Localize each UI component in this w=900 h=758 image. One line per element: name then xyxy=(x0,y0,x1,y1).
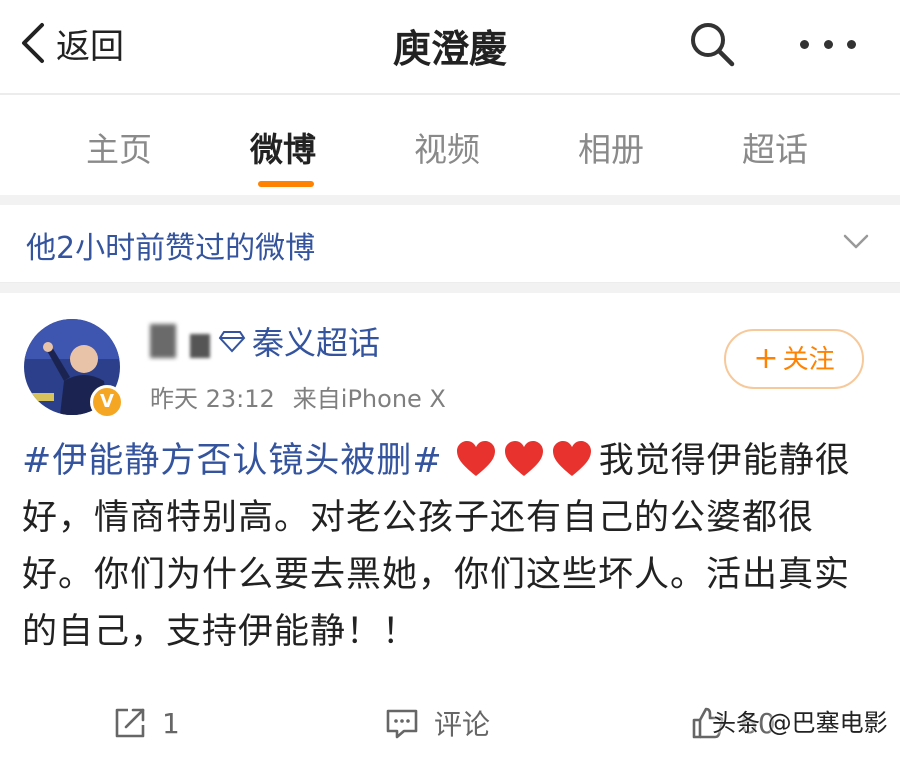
repost-icon xyxy=(115,708,145,738)
profile-tabs: 主页 微博 视频 相册 超话 xyxy=(0,95,900,195)
like-button[interactable]: 60 xyxy=(690,701,776,745)
chevron-down-icon xyxy=(843,234,869,249)
heart-emoji-icon xyxy=(552,441,591,476)
thumbs-up-icon xyxy=(692,707,724,739)
hashtag-link[interactable]: #伊能静方否认镜头被删# xyxy=(22,441,443,481)
post-meta: 昨天 23:12 来自iPhone X xyxy=(150,379,446,414)
verified-badge: V xyxy=(90,385,124,419)
heart-emoji-icon xyxy=(504,441,543,476)
redacted-username xyxy=(190,334,210,358)
super-topic-link[interactable]: 秦义超话 xyxy=(252,318,380,364)
tab-home[interactable]: 主页 xyxy=(86,123,152,171)
active-tab-indicator xyxy=(258,181,314,187)
follow-label: 关注 xyxy=(782,345,835,375)
follow-button[interactable]: + 关注 xyxy=(724,329,864,389)
section-gap xyxy=(0,195,900,205)
post-author-row[interactable]: 秦义超话 xyxy=(150,318,380,364)
liked-posts-banner[interactable]: 他2小时前赞过的微博 xyxy=(0,205,900,283)
diamond-icon xyxy=(218,331,246,353)
post-action-bar: 1 评论 60 xyxy=(0,693,900,753)
top-navbar: 返回 庾澄慶 xyxy=(0,0,900,92)
tab-album[interactable]: 相册 xyxy=(578,123,644,171)
weibo-post: V 秦义超话 昨天 23:12 来自iPhone X + 关注 #伊能静方否认镜头被… xyxy=(0,293,900,758)
tab-video[interactable]: 视频 xyxy=(414,123,480,171)
heart-emoji-icon xyxy=(456,441,495,476)
section-gap xyxy=(0,283,900,293)
repost-count: 1 xyxy=(162,706,180,740)
comment-label: 评论 xyxy=(434,708,491,741)
post-source: 来自iPhone X xyxy=(292,385,446,413)
comment-icon xyxy=(386,709,418,739)
post-time: 昨天 23:12 xyxy=(150,385,275,413)
post-content: #伊能静方否认镜头被删# 我觉得伊能静很好，情商特别高。对老公孩子还有自己的公婆… xyxy=(22,433,878,661)
chevron-left-icon xyxy=(22,23,44,63)
liked-banner-text: 他2小时前赞过的微博 xyxy=(26,231,316,266)
tab-weibo[interactable]: 微博 xyxy=(250,123,316,171)
page-title: 庾澄慶 xyxy=(392,27,507,71)
tab-super-topic[interactable]: 超话 xyxy=(742,123,808,171)
repost-button[interactable]: 1 xyxy=(112,701,180,745)
plus-icon: + xyxy=(753,341,779,376)
redacted-username xyxy=(150,324,176,358)
like-count: 60 xyxy=(740,706,776,740)
more-dots-icon[interactable] xyxy=(800,26,856,62)
search-icon[interactable] xyxy=(688,20,736,68)
back-button[interactable]: 返回 xyxy=(18,18,124,68)
comment-button[interactable]: 评论 xyxy=(384,701,490,745)
back-label: 返回 xyxy=(56,26,124,67)
